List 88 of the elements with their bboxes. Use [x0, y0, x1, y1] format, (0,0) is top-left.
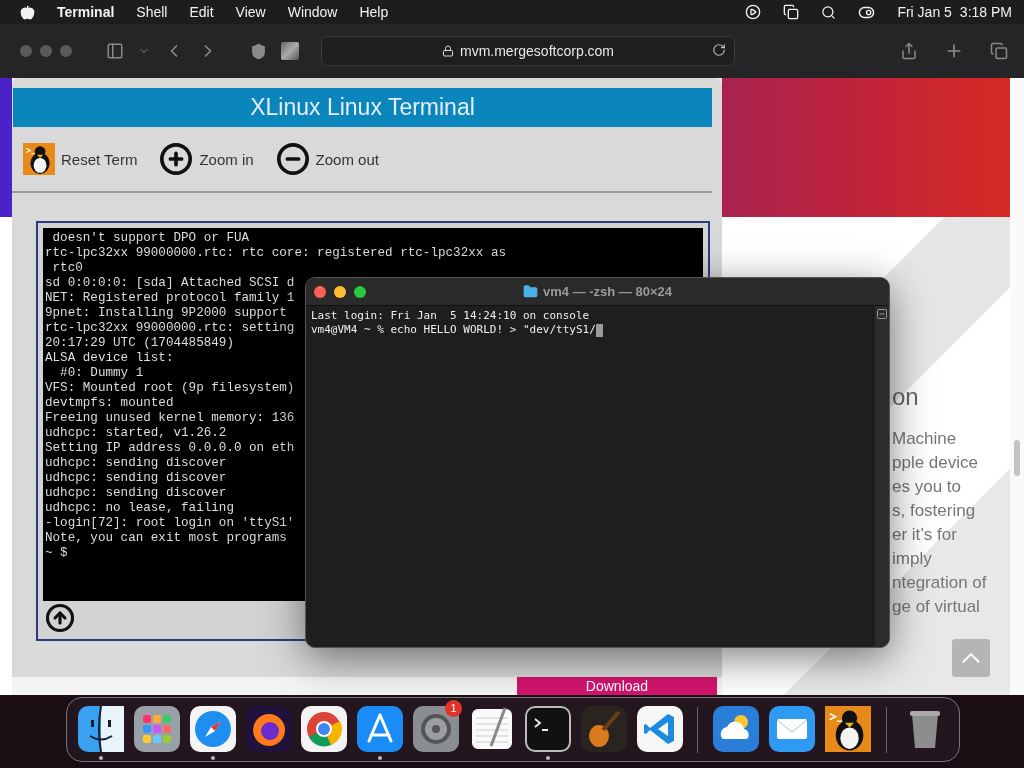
- console-line: udhcpc: no lease, failing: [45, 501, 234, 516]
- toolbar-button[interactable]: Zoom out: [275, 142, 379, 176]
- ribbon-icon: [636, 705, 683, 752]
- notification-badge: 1: [445, 699, 462, 717]
- panel-title: XLinux Linux Terminal: [13, 88, 712, 127]
- console-line: rtc0: [51, 261, 83, 276]
- paragraph-line: er it’s for: [892, 524, 958, 546]
- console-line: rtc-lpc32xx 99000000.rtc: rtc core: registered rtc-lpc32xx as: [45, 246, 506, 261]
- zoom-in-icon: [159, 142, 194, 176]
- toolbar-button[interactable]: Zoom in: [159, 142, 254, 176]
- address-text: mvm.mergesoftcorp.com: [459, 43, 614, 59]
- tabs-icon[interactable]: [990, 42, 1008, 60]
- envelope-icon: [769, 705, 816, 752]
- console-line: -login[72]: root login on 'ttyS1': [45, 516, 295, 531]
- terminal-line: vm4@VM4 ~ % echo HELLO WORLD! > "dev/ttyS1/: [311, 323, 870, 337]
- running-dot: [210, 755, 215, 760]
- thumbnail-icon[interactable]: [281, 42, 299, 60]
- penguin-terminal-icon: [825, 705, 872, 752]
- penguin-icon: [23, 143, 55, 175]
- share-icon[interactable]: [900, 42, 918, 60]
- reload-icon[interactable]: [712, 43, 726, 57]
- console-line: sd 0:0:0:0: [sda] Attached SCSI d: [45, 276, 295, 291]
- console-line: 9pnet: Installing 9P2000 support: [45, 306, 287, 321]
- console-line: NET: Registered protocol family 1: [45, 291, 295, 306]
- console-line: udhcpc: sending discover: [45, 471, 227, 486]
- letter-a-icon: [357, 705, 404, 752]
- minimize-icon[interactable]: [334, 285, 346, 298]
- scroll-marker-icon[interactable]: [876, 308, 888, 320]
- menu-item[interactable]: Help: [359, 4, 389, 20]
- console-line: Setting IP address 0.0.0.0 on eth: [45, 441, 295, 456]
- compass-icon: [189, 705, 236, 752]
- play-icon[interactable]: [745, 4, 762, 20]
- cloud-icon: [713, 705, 760, 752]
- menu-date: Fri Jan 5: [897, 4, 952, 20]
- console-line: Note, you can exit most programs: [45, 531, 287, 546]
- windows-icon[interactable]: [783, 4, 800, 20]
- window-title: vm4 — -zsh — 80×24: [543, 284, 672, 299]
- console-line: ALSA device list:: [45, 351, 174, 366]
- console-line: udhcpc: sending discover: [45, 486, 227, 501]
- menu-item[interactable]: Edit: [189, 4, 214, 20]
- close-icon[interactable]: [314, 285, 326, 298]
- console-line: 20:17:29 UTC (1704485849): [45, 336, 234, 351]
- scrollbar-thumb[interactable]: [1014, 440, 1020, 476]
- terminal-line: Last login: Fri Jan 5 14:24:10 on console: [311, 309, 591, 323]
- console-line: doesn't support DPO or FUA: [51, 231, 250, 246]
- terminal-icon: [524, 705, 571, 752]
- paragraph-line: imply: [892, 548, 933, 570]
- console-line: rtc-lpc32xx 99000000.rtc: setting: [45, 321, 295, 336]
- guitar-icon: [580, 705, 627, 752]
- shield-icon[interactable]: [250, 42, 267, 60]
- lock-icon: [441, 45, 454, 57]
- download-button[interactable]: Download: [517, 677, 717, 695]
- console-line: udhcpc: started, v1.26.2: [45, 426, 227, 441]
- running-dot: [378, 755, 383, 760]
- menu-time: 3:18 PM: [959, 4, 1012, 20]
- paragraph-line: pple device: [892, 452, 979, 474]
- folder-icon: [523, 284, 538, 299]
- zoom-out-icon: [275, 142, 310, 176]
- paragraph-line: s, fostering: [892, 500, 977, 522]
- console-line: ~ $: [45, 546, 68, 561]
- running-dot: [98, 755, 103, 760]
- grid-icon: [133, 705, 180, 752]
- running-dot: [545, 755, 550, 760]
- fox-icon: [245, 705, 292, 752]
- face-icon: [77, 705, 124, 752]
- upload-icon[interactable]: [45, 602, 75, 633]
- menu-item[interactable]: Window: [287, 4, 338, 20]
- paragraph-line: es you to: [892, 476, 962, 498]
- paragraph-line: Machine: [892, 428, 958, 450]
- search-icon[interactable]: [821, 4, 837, 20]
- sidebar-icon[interactable]: [106, 42, 124, 60]
- app-menu[interactable]: Terminal: [57, 4, 115, 20]
- console-line: devtmpfs: mounted: [45, 396, 174, 411]
- gear-icon: [413, 705, 460, 752]
- address-field[interactable]: mvm.mergesoftcorp.com: [321, 36, 735, 66]
- menu-item[interactable]: Shell: [136, 4, 168, 20]
- paragraph-line: ge of virtual: [892, 596, 981, 618]
- console-line: #0: Dummy 1: [59, 366, 144, 381]
- paragraph-line: ntegration of: [892, 572, 988, 594]
- ring-icon: [301, 705, 348, 752]
- section-heading: on: [892, 383, 920, 412]
- apple-icon[interactable]: [20, 4, 35, 20]
- menu-item[interactable]: View: [235, 4, 266, 20]
- zoom-icon[interactable]: [354, 285, 366, 298]
- console-line: VFS: Mounted root (9p filesystem): [45, 381, 295, 396]
- toolbar-button[interactable]: Reset Term: [23, 143, 138, 175]
- console-line: Freeing unused kernel memory: 136: [45, 411, 295, 426]
- console-line: udhcpc: sending discover: [45, 456, 227, 471]
